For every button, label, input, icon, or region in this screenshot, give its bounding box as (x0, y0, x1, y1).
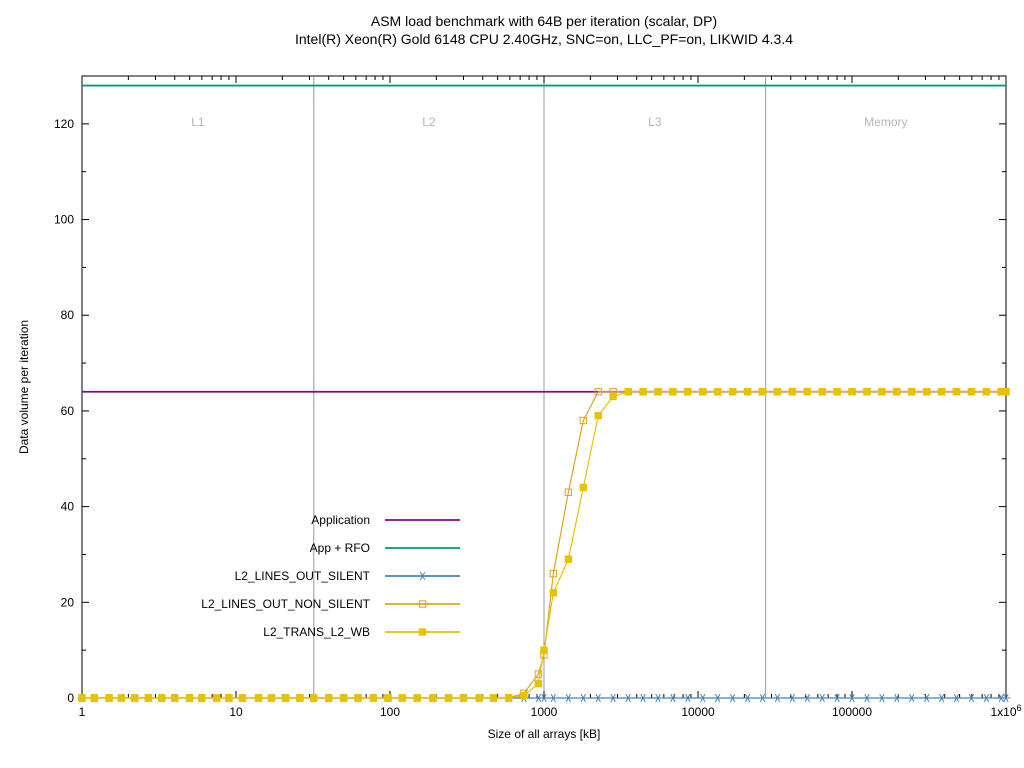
region-label: L2 (422, 115, 436, 129)
y-tick-label: 60 (61, 404, 75, 418)
marker-square (729, 389, 735, 395)
marker-square (326, 695, 332, 701)
marker-square (445, 695, 451, 701)
marker-square (239, 695, 245, 701)
region-label: L1 (191, 115, 205, 129)
marker-square (385, 695, 391, 701)
marker-square (118, 695, 124, 701)
marker-square (145, 695, 151, 701)
marker-square (774, 389, 780, 395)
marker-square (419, 629, 425, 635)
x-tick-label: 100000 (832, 705, 872, 719)
chart-svg: ASM load benchmark with 64B per iteratio… (0, 0, 1024, 768)
marker-square (625, 389, 631, 395)
marker-square (923, 389, 929, 395)
legend-label: L2_LINES_OUT_SILENT (235, 569, 371, 583)
marker-square (106, 695, 112, 701)
x-tick-label: 10 (229, 705, 243, 719)
marker-square (580, 484, 586, 490)
marker-square (894, 389, 900, 395)
marker-square (953, 389, 959, 395)
marker-square (370, 695, 376, 701)
marker-square (909, 389, 915, 395)
marker-square (430, 695, 436, 701)
x-tick-label: 1 (79, 705, 86, 719)
marker-square (849, 389, 855, 395)
marker-square (759, 389, 765, 395)
y-tick-label: 20 (61, 595, 75, 609)
marker-square (640, 389, 646, 395)
marker-square (159, 695, 165, 701)
marker-square (983, 389, 989, 395)
marker-square (226, 695, 232, 701)
marker-square (715, 389, 721, 395)
marker-square (685, 389, 691, 395)
x-axis-label: Size of all arrays [kB] (488, 727, 601, 741)
marker-square (834, 389, 840, 395)
marker-square (1003, 389, 1009, 395)
legend-label: Application (311, 513, 370, 527)
marker-square (610, 393, 616, 399)
marker-square (938, 389, 944, 395)
marker-square (476, 695, 482, 701)
marker-square (521, 692, 527, 698)
marker-square (255, 695, 261, 701)
marker-square (595, 413, 601, 419)
marker-square (819, 389, 825, 395)
x-tick-label: 100 (380, 705, 400, 719)
y-tick-label: 120 (54, 117, 74, 131)
marker-square (297, 695, 303, 701)
marker-square (268, 695, 274, 701)
y-axis-label: Data volume per iteration (17, 320, 31, 454)
marker-square (744, 389, 750, 395)
marker-square (355, 695, 361, 701)
marker-square (399, 695, 405, 701)
marker-square (541, 647, 547, 653)
marker-square (490, 695, 496, 701)
marker-square (655, 389, 661, 395)
y-tick-label: 100 (54, 213, 74, 227)
marker-square (506, 695, 512, 701)
legend-label: App + RFO (310, 541, 370, 555)
marker-square (789, 389, 795, 395)
marker-square (804, 389, 810, 395)
marker-square (670, 389, 676, 395)
marker-square (214, 695, 220, 701)
chart-title: ASM load benchmark with 64B per iteratio… (371, 13, 717, 29)
marker-square (186, 695, 192, 701)
marker-square (79, 695, 85, 701)
marker-square (172, 695, 178, 701)
marker-square (414, 695, 420, 701)
x-tick-label: 10000 (681, 705, 715, 719)
region-label: L3 (648, 115, 662, 129)
marker-square (535, 680, 541, 686)
marker-square (879, 389, 885, 395)
marker-square (340, 695, 346, 701)
marker-square (91, 695, 97, 701)
marker-square (460, 695, 466, 701)
marker-square (132, 695, 138, 701)
marker-square (968, 389, 974, 395)
marker-square (700, 389, 706, 395)
y-tick-label: 80 (61, 308, 75, 322)
marker-square (199, 695, 205, 701)
x-tick-label: 1x106 (990, 703, 1021, 719)
marker-square (864, 389, 870, 395)
marker-square (311, 695, 317, 701)
y-tick-label: 40 (61, 500, 75, 514)
legend-label: L2_TRANS_L2_WB (263, 625, 370, 639)
chart-subtitle: Intel(R) Xeon(R) Gold 6148 CPU 2.40GHz, … (295, 31, 793, 47)
y-tick-label: 0 (67, 691, 74, 705)
chart-container: ASM load benchmark with 64B per iteratio… (0, 0, 1024, 768)
marker-square (550, 590, 556, 596)
marker-square (282, 695, 288, 701)
marker-square (565, 556, 571, 562)
x-tick-label: 1000 (531, 705, 558, 719)
region-label: Memory (864, 115, 907, 129)
legend-label: L2_LINES_OUT_NON_SILENT (201, 597, 370, 611)
